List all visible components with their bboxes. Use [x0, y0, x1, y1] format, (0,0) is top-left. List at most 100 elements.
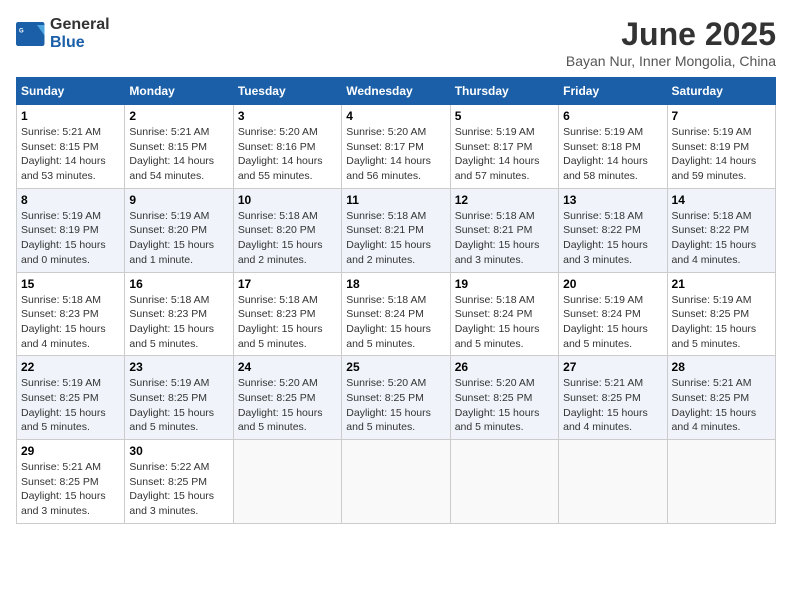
calendar-cell: 12Sunrise: 5:18 AMSunset: 8:21 PMDayligh… [450, 188, 558, 272]
calendar-cell: 14 Sunrise: 5:18 AMSunset: 8:22 PMDayligh… [667, 188, 775, 272]
calendar-cell [450, 440, 558, 524]
day-info: Sunrise: 5:22 AMSunset: 8:25 PMDaylight:… [129, 460, 228, 519]
day-number: 1 [21, 109, 120, 123]
calendar-cell [342, 440, 450, 524]
day-info: Sunrise: 5:18 AMSunset: 8:22 PMDaylight:… [672, 209, 771, 268]
logo-icon: G [16, 22, 46, 46]
header-sunday: Sunday [17, 78, 125, 105]
day-number: 7 [672, 109, 771, 123]
logo-text: General Blue [50, 16, 110, 52]
calendar-cell: 16 Sunrise: 5:18 AMSunset: 8:23 PMDayligh… [125, 272, 233, 356]
calendar-cell: 25 Sunrise: 5:20 AMSunset: 8:25 PMDayligh… [342, 356, 450, 440]
calendar-week-1: 1 Sunrise: 5:21 AMSunset: 8:15 PMDaylight… [17, 105, 776, 189]
calendar-cell: 5 Sunrise: 5:19 AMSunset: 8:17 PMDaylight… [450, 105, 558, 189]
calendar-cell: 15Sunrise: 5:18 AMSunset: 8:23 PMDayligh… [17, 272, 125, 356]
header-wednesday: Wednesday [342, 78, 450, 105]
calendar-cell: 18 Sunrise: 5:18 AMSunset: 8:24 PMDayligh… [342, 272, 450, 356]
day-number: 8 [21, 193, 120, 207]
calendar-cell: 6Sunrise: 5:19 AMSunset: 8:18 PMDaylight… [559, 105, 667, 189]
day-info: Sunrise: 5:18 AMSunset: 8:21 PMDaylight:… [346, 209, 445, 268]
day-info: Sunrise: 5:20 AMSunset: 8:17 PMDaylight:… [346, 125, 445, 184]
calendar-week-3: 15 Sunrise: 5:18 AMSunset: 8:23 PMDayligh… [17, 272, 776, 356]
header-thursday: Thursday [450, 78, 558, 105]
day-info: Sunrise: 5:19 AMSunset: 8:17 PMDaylight:… [455, 125, 554, 184]
header-friday: Friday [559, 78, 667, 105]
day-number: 25 [346, 360, 445, 374]
calendar-cell: 27Sunrise: 5:21 AMSunset: 8:25 PMDayligh… [559, 356, 667, 440]
day-info: Sunrise: 5:21 AMSunset: 8:15 PMDaylight:… [21, 125, 120, 184]
day-info: Sunrise: 5:20 AMSunset: 8:25 PMDaylight:… [346, 376, 445, 435]
logo-blue: Blue [50, 34, 85, 51]
day-number: 22 [21, 360, 120, 374]
day-number: 13 [563, 193, 662, 207]
day-number: 14 [672, 193, 771, 207]
calendar-cell: 29Sunrise: 5:21 AMSunset: 8:25 PMDayligh… [17, 440, 125, 524]
day-info: Sunrise: 5:18 AMSunset: 8:24 PMDaylight:… [346, 293, 445, 352]
page-subtitle: Bayan Nur, Inner Mongolia, China [566, 53, 776, 69]
calendar-cell: 10 Sunrise: 5:18 AMSunset: 8:20 PMDayligh… [233, 188, 341, 272]
calendar-week-5: 29Sunrise: 5:21 AMSunset: 8:25 PMDayligh… [17, 440, 776, 524]
day-number: 30 [129, 444, 228, 458]
calendar-cell: 28Sunrise: 5:21 AMSunset: 8:25 PMDayligh… [667, 356, 775, 440]
calendar-cell [559, 440, 667, 524]
day-info: Sunrise: 5:19 AMSunset: 8:25 PMDaylight:… [21, 376, 120, 435]
calendar-cell: 21Sunrise: 5:19 AMSunset: 8:25 PMDayligh… [667, 272, 775, 356]
calendar-cell: 13Sunrise: 5:18 AMSunset: 8:22 PMDayligh… [559, 188, 667, 272]
day-info: Sunrise: 5:20 AMSunset: 8:25 PMDaylight:… [238, 376, 337, 435]
calendar-cell: 30 Sunrise: 5:22 AMSunset: 8:25 PMDayligh… [125, 440, 233, 524]
calendar-cell: 4 Sunrise: 5:20 AMSunset: 8:17 PMDaylight… [342, 105, 450, 189]
day-info: Sunrise: 5:20 AMSunset: 8:25 PMDaylight:… [455, 376, 554, 435]
calendar-cell: 11 Sunrise: 5:18 AMSunset: 8:21 PMDayligh… [342, 188, 450, 272]
logo: G General Blue [16, 16, 110, 52]
calendar-week-4: 22 Sunrise: 5:19 AMSunset: 8:25 PMDayligh… [17, 356, 776, 440]
day-number: 5 [455, 109, 554, 123]
day-info: Sunrise: 5:19 AMSunset: 8:24 PMDaylight:… [563, 293, 662, 352]
day-number: 10 [238, 193, 337, 207]
calendar-cell: 2 Sunrise: 5:21 AMSunset: 8:15 PMDaylight… [125, 105, 233, 189]
day-number: 16 [129, 277, 228, 291]
calendar-cell: 1 Sunrise: 5:21 AMSunset: 8:15 PMDaylight… [17, 105, 125, 189]
calendar-header-row: SundayMondayTuesdayWednesdayThursdayFrid… [17, 78, 776, 105]
day-info: Sunrise: 5:19 AMSunset: 8:20 PMDaylight:… [129, 209, 228, 268]
calendar-cell: 26 Sunrise: 5:20 AMSunset: 8:25 PMDayligh… [450, 356, 558, 440]
day-number: 6 [563, 109, 662, 123]
day-number: 4 [346, 109, 445, 123]
calendar-cell: 9Sunrise: 5:19 AMSunset: 8:20 PMDaylight… [125, 188, 233, 272]
calendar-cell: 8 Sunrise: 5:19 AMSunset: 8:19 PMDaylight… [17, 188, 125, 272]
day-number: 17 [238, 277, 337, 291]
day-info: Sunrise: 5:18 AMSunset: 8:23 PMDaylight:… [238, 293, 337, 352]
day-number: 23 [129, 360, 228, 374]
day-info: Sunrise: 5:21 AMSunset: 8:15 PMDaylight:… [129, 125, 228, 184]
day-info: Sunrise: 5:18 AMSunset: 8:24 PMDaylight:… [455, 293, 554, 352]
day-number: 21 [672, 277, 771, 291]
day-number: 2 [129, 109, 228, 123]
title-area: June 2025 Bayan Nur, Inner Mongolia, Chi… [566, 16, 776, 69]
calendar-cell: 22 Sunrise: 5:19 AMSunset: 8:25 PMDayligh… [17, 356, 125, 440]
day-number: 28 [672, 360, 771, 374]
calendar-cell: 23 Sunrise: 5:19 AMSunset: 8:25 PMDayligh… [125, 356, 233, 440]
page-header: G General Blue June 2025 Bayan Nur, Inne… [16, 16, 776, 69]
day-info: Sunrise: 5:18 AMSunset: 8:23 PMDaylight:… [129, 293, 228, 352]
day-info: Sunrise: 5:19 AMSunset: 8:25 PMDaylight:… [129, 376, 228, 435]
logo-general: General [50, 16, 110, 33]
day-number: 24 [238, 360, 337, 374]
day-number: 15 [21, 277, 120, 291]
calendar-cell: 24 Sunrise: 5:20 AMSunset: 8:25 PMDayligh… [233, 356, 341, 440]
day-info: Sunrise: 5:21 AMSunset: 8:25 PMDaylight:… [21, 460, 120, 519]
day-number: 18 [346, 277, 445, 291]
day-number: 11 [346, 193, 445, 207]
header-monday: Monday [125, 78, 233, 105]
day-info: Sunrise: 5:20 AMSunset: 8:16 PMDaylight:… [238, 125, 337, 184]
calendar-table: SundayMondayTuesdayWednesdayThursdayFrid… [16, 77, 776, 524]
calendar-week-2: 8 Sunrise: 5:19 AMSunset: 8:19 PMDaylight… [17, 188, 776, 272]
day-info: Sunrise: 5:18 AMSunset: 8:20 PMDaylight:… [238, 209, 337, 268]
day-number: 26 [455, 360, 554, 374]
calendar-cell [233, 440, 341, 524]
day-number: 20 [563, 277, 662, 291]
day-info: Sunrise: 5:18 AMSunset: 8:21 PMDaylight:… [455, 209, 554, 268]
day-info: Sunrise: 5:19 AMSunset: 8:19 PMDaylight:… [21, 209, 120, 268]
header-tuesday: Tuesday [233, 78, 341, 105]
day-info: Sunrise: 5:19 AMSunset: 8:19 PMDaylight:… [672, 125, 771, 184]
calendar-cell: 3Sunrise: 5:20 AMSunset: 8:16 PMDaylight… [233, 105, 341, 189]
calendar-cell: 20 Sunrise: 5:19 AMSunset: 8:24 PMDayligh… [559, 272, 667, 356]
